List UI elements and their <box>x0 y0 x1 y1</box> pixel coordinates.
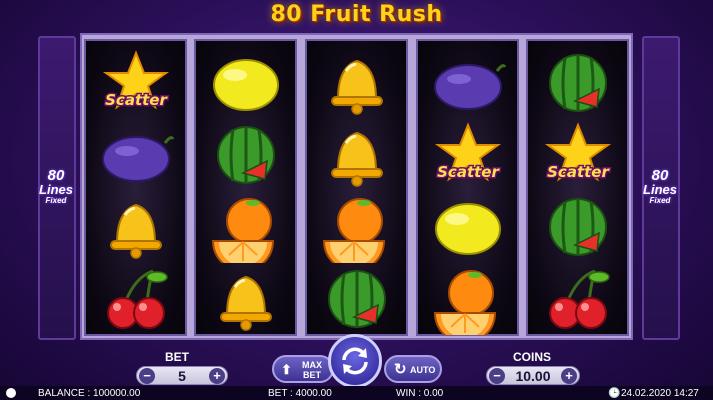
lines-fixed: Fixed <box>45 196 67 205</box>
svg-text:Scatter: Scatter <box>105 91 168 109</box>
spin-icon <box>342 347 368 375</box>
status-bar: BALANCE : 100000.00 BET : 4000.00 WIN : … <box>0 386 713 400</box>
cherries-icon <box>106 269 168 329</box>
arrow-up-icon: ⬆ <box>281 362 292 377</box>
win-readout: WIN : 0.00 <box>396 388 444 399</box>
lemon-symbol <box>418 191 517 265</box>
auto-icon: ↻ <box>394 361 407 378</box>
clock-icon: 🕒 <box>608 388 621 399</box>
reel-1: Scatter <box>84 39 187 336</box>
watermelon-symbol <box>307 263 406 337</box>
scatter-icon: Scatter <box>544 122 611 183</box>
bell-symbol <box>307 119 406 193</box>
bell-icon <box>330 59 383 115</box>
datetime-readout: 24.02.2020 14:27 <box>621 388 699 399</box>
bell-symbol <box>307 47 406 121</box>
reel-2 <box>194 39 297 336</box>
lines-fixed: Fixed <box>649 196 671 205</box>
spin-button[interactable] <box>328 334 382 388</box>
bet-value: 5 <box>178 368 186 384</box>
bet-plus-button[interactable]: + <box>209 368 225 384</box>
scatter-symbol: Scatter <box>528 119 627 193</box>
balance-readout: BALANCE : 100000.00 <box>38 388 141 399</box>
watermelon-icon <box>548 54 607 112</box>
lines-number: 80 <box>47 167 65 184</box>
balance-text <box>6 388 16 400</box>
watermelon-icon <box>216 126 275 184</box>
watermelon-symbol <box>528 47 627 121</box>
bell-icon <box>109 203 162 259</box>
scatter-icon: Scatter <box>434 122 501 183</box>
svg-text:Scatter: Scatter <box>547 163 610 181</box>
cherries-icon <box>548 269 610 329</box>
lemon-icon <box>434 203 501 255</box>
scatter-icon: Scatter <box>102 50 169 111</box>
coins-stepper: − 10.00 + <box>486 366 580 385</box>
watermelon-symbol <box>196 119 295 193</box>
reel-grid: Scatter Scatter Scatter <box>80 33 633 340</box>
reel-3 <box>305 39 408 336</box>
orange-icon <box>322 198 385 263</box>
bell-icon <box>219 275 272 331</box>
lines-info-right: 80 Lines Fixed <box>640 168 680 206</box>
lines-word: Lines <box>39 182 73 197</box>
reel-4: Scatter <box>416 39 519 336</box>
auto-spin-button[interactable]: ↻ AUTO <box>384 355 442 383</box>
plum-icon <box>101 136 174 182</box>
lines-word: Lines <box>643 182 677 197</box>
bet-minus-button[interactable]: − <box>139 368 155 384</box>
plum-symbol <box>418 47 517 121</box>
bet-label: BET <box>165 350 189 364</box>
scatter-symbol: Scatter <box>86 47 185 121</box>
watermelon-symbol <box>528 191 627 265</box>
coins-label: COINS <box>513 350 552 364</box>
watermelon-icon <box>548 198 607 256</box>
bell-icon <box>330 131 383 187</box>
bet-stepper: − 5 + <box>136 366 228 385</box>
cherries-symbol <box>86 263 185 337</box>
coins-plus-button[interactable]: + <box>561 368 577 384</box>
bell-symbol <box>86 191 185 265</box>
coins-value: 10.00 <box>515 368 551 384</box>
scatter-symbol: Scatter <box>418 119 517 193</box>
lines-number: 80 <box>651 167 669 184</box>
lemon-icon <box>212 59 279 111</box>
lemon-symbol <box>196 47 295 121</box>
balance-icon <box>6 388 16 398</box>
orange-icon <box>433 270 496 335</box>
bet-readout: BET : 4000.00 <box>268 388 332 399</box>
max-bet-button[interactable]: ⬆ MAX BET <box>272 355 334 383</box>
plum-symbol <box>86 119 185 193</box>
game-title: 80 Fruit Rush <box>270 2 443 27</box>
coins-minus-button[interactable]: − <box>489 368 505 384</box>
max-bet-line1: MAX <box>302 360 322 370</box>
max-bet-line2: BET <box>303 370 321 380</box>
plum-icon <box>433 64 506 110</box>
orange-symbol <box>418 263 517 337</box>
reel-5: Scatter <box>526 39 629 336</box>
cherries-symbol <box>528 263 627 337</box>
lines-info-left: 80 Lines Fixed <box>36 168 76 206</box>
watermelon-icon <box>327 270 386 328</box>
orange-symbol <box>196 191 295 265</box>
bell-symbol <box>196 263 295 337</box>
orange-symbol <box>307 191 406 265</box>
orange-icon <box>211 198 274 263</box>
svg-text:Scatter: Scatter <box>437 163 500 181</box>
auto-label: AUTO <box>410 365 436 375</box>
